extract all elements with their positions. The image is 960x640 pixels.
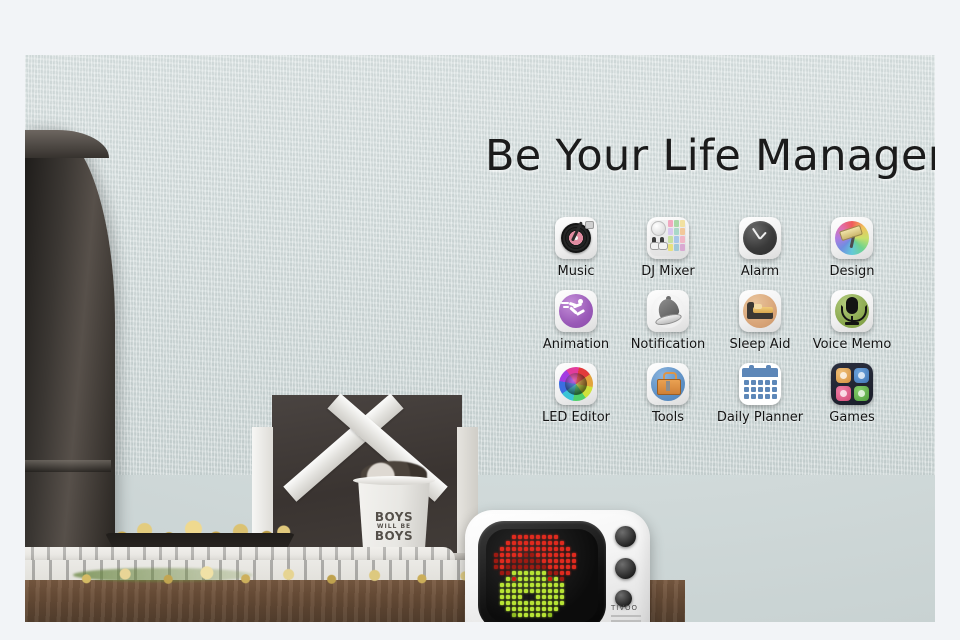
app-item-dj-mixer[interactable]: DJ Mixer: [622, 217, 714, 279]
app-item-design[interactable]: Design: [806, 217, 898, 279]
games-tile-2: [854, 368, 869, 383]
mic-base: [845, 322, 859, 325]
motion-line-1: [561, 302, 569, 304]
page-title: Be Your Life Manager: [485, 131, 935, 181]
vinyl-record-icon[interactable]: [555, 217, 597, 259]
app-label: Notification: [630, 337, 706, 352]
bucket-text: BOYS WILL BE BOYS: [363, 511, 425, 543]
game-tiles-icon[interactable]: [831, 363, 873, 405]
speaker-led-screen: [486, 529, 598, 622]
dj-slider-1: [650, 237, 660, 250]
app-label: LED Editor: [541, 410, 611, 425]
app-label: Tools: [651, 410, 685, 425]
app-row: Animation Notification Sleep Aid Voice Memo: [530, 290, 900, 352]
app-item-voice-memo[interactable]: Voice Memo: [806, 290, 898, 352]
tivoo-speaker: TIVOO: [465, 510, 655, 622]
app-label: Design: [829, 264, 875, 279]
dj-mixer-icon[interactable]: [647, 217, 689, 259]
running-figure-icon[interactable]: [555, 290, 597, 332]
app-item-animation[interactable]: Animation: [530, 290, 622, 352]
app-row: Music DJ Mixer Alarm Design: [530, 217, 900, 279]
app-label: Sleep Aid: [729, 337, 791, 352]
page-root: BOYS WILL BE BOYS TIVOO Be Your Life Man…: [0, 0, 960, 640]
pixel-art-display: [493, 534, 589, 618]
app-item-notification[interactable]: Notification: [622, 290, 714, 352]
product-photo: BOYS WILL BE BOYS TIVOO Be Your Life Man…: [25, 55, 935, 622]
speaker-knob-top[interactable]: [615, 526, 636, 547]
app-label: Alarm: [740, 264, 780, 279]
app-label: Voice Memo: [812, 337, 892, 352]
app-label: DJ Mixer: [641, 264, 695, 279]
tonearm-base: [585, 221, 594, 229]
app-label: Daily Planner: [716, 410, 804, 425]
calendar-header: [742, 368, 778, 377]
calendar-day-grid: [744, 380, 777, 399]
vase-band: [25, 460, 111, 472]
microphone-icon[interactable]: [831, 290, 873, 332]
app-row: LED Editor Tools Daily Planner Games: [530, 363, 900, 425]
toolbox-icon[interactable]: [647, 363, 689, 405]
app-label: Animation: [542, 337, 610, 352]
dj-slider-2: [658, 237, 668, 250]
paint-roller-icon[interactable]: [831, 217, 873, 259]
bed-pillow: [754, 304, 762, 309]
led-color-wheel: [559, 367, 593, 401]
toolbox-clasp: [666, 381, 670, 391]
clock-icon[interactable]: [739, 217, 781, 259]
app-item-led-editor[interactable]: LED Editor: [530, 363, 622, 425]
bed-icon[interactable]: [739, 290, 781, 332]
dj-pad-grid: [668, 220, 685, 251]
speaker-vents: [611, 615, 641, 622]
app-item-tools[interactable]: Tools: [622, 363, 714, 425]
speaker-body: TIVOO: [465, 510, 650, 622]
bucket-text-line1: BOYS: [374, 510, 414, 524]
app-item-alarm[interactable]: Alarm: [714, 217, 806, 279]
color-wheel-icon[interactable]: [555, 363, 597, 405]
speaker-knob-middle[interactable]: [615, 558, 636, 579]
dj-knob: [651, 221, 666, 236]
app-item-sleep-aid[interactable]: Sleep Aid: [714, 290, 806, 352]
bed-frame: [747, 312, 773, 319]
speaker-brand-label: TIVOO: [611, 604, 639, 612]
app-grid: Music DJ Mixer Alarm Design Animation Notific…: [530, 217, 900, 436]
bucket-text-line3: BOYS: [374, 529, 414, 544]
app-item-daily-planner[interactable]: Daily Planner: [714, 363, 806, 425]
gold-confetti: [65, 562, 495, 586]
calendar-icon[interactable]: [739, 363, 781, 405]
motion-line-2: [563, 306, 569, 308]
bucket-rim: [353, 476, 435, 485]
app-item-music[interactable]: Music: [530, 217, 622, 279]
app-label: Music: [557, 264, 595, 279]
bell-icon[interactable]: [647, 290, 689, 332]
games-tile-3: [836, 386, 851, 401]
games-tile-1: [836, 368, 851, 383]
games-tile-4: [854, 386, 869, 401]
app-label: Games: [829, 410, 875, 425]
app-item-games[interactable]: Games: [806, 363, 898, 425]
